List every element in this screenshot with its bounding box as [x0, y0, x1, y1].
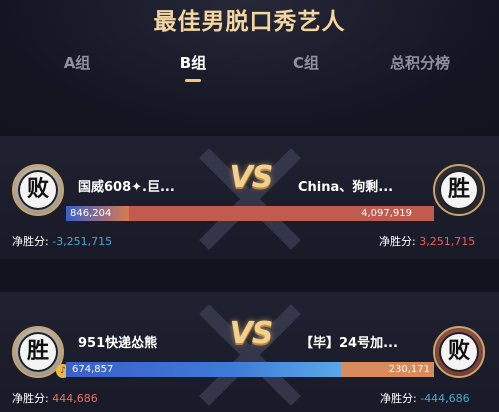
net-score: 净胜分: 3,251,715 [379, 233, 475, 249]
avatar[interactable]: 败 [12, 164, 64, 216]
net-score-value: -444,686 [420, 392, 470, 405]
contestant-name[interactable]: China、狗剩... [298, 176, 393, 195]
result-badge: 胜 [441, 172, 477, 208]
net-score-value: 444,686 [52, 392, 98, 405]
tab-group-b[interactable]: B组 [143, 52, 243, 82]
result-badge: 败 [441, 334, 477, 370]
tab-label: C组 [292, 54, 319, 72]
tab-label: 总积分榜 [389, 54, 450, 72]
net-score-label: 净胜分: [12, 392, 49, 405]
group-tabs: A组 B组 C组 总积分榜 [0, 52, 499, 82]
net-score-label: 净胜分: [379, 235, 416, 248]
net-score-label: 净胜分: [12, 235, 49, 248]
tab-label: A组 [63, 54, 91, 72]
page-title: 最佳男脱口秀艺人 [153, 9, 346, 35]
right-score: 230,171 [388, 364, 430, 375]
result-badge: 胜 [20, 334, 56, 370]
tab-label: B组 [179, 54, 207, 72]
net-score: 净胜分: 444,686 [12, 390, 98, 406]
tab-total-ranking[interactable]: 总积分榜 [370, 52, 470, 73]
tab-group-a[interactable]: A组 [27, 52, 127, 73]
net-score-label: 净胜分: [380, 392, 417, 405]
match-card[interactable]: VS 胜 ♪ 951快递怂熊 败 【毕】24号加... 674,857 230,… [0, 292, 499, 412]
vs-label: VS [229, 160, 274, 195]
net-score-value: -3,251,715 [52, 235, 113, 248]
match-card[interactable]: VS 败 国威608✦.巨... 胜 China、狗剩... 846,204 4… [0, 136, 499, 259]
contestant-name[interactable]: 【毕】24号加... [300, 332, 398, 351]
avatar[interactable]: 胜 [433, 164, 485, 216]
left-score: 674,857 [72, 364, 114, 375]
vote-progress-bar: 846,204 4,097,919 [66, 206, 434, 221]
contestant-name[interactable]: 951快递怂熊 [78, 332, 157, 351]
contestant-name[interactable]: 国威608✦.巨... [78, 176, 175, 195]
vs-label: VS [229, 316, 274, 351]
net-score: 净胜分: -444,686 [380, 390, 470, 406]
vote-progress-bar: 674,857 230,171 [66, 362, 434, 377]
tab-group-c[interactable]: C组 [256, 52, 356, 73]
right-score: 4,097,919 [361, 208, 412, 219]
left-score: 846,204 [70, 208, 112, 219]
avatar[interactable]: 败 [433, 326, 485, 378]
active-tab-indicator [185, 79, 201, 82]
net-score: 净胜分: -3,251,715 [12, 233, 112, 249]
net-score-value: 3,251,715 [419, 235, 476, 248]
result-badge: 败 [20, 172, 56, 208]
